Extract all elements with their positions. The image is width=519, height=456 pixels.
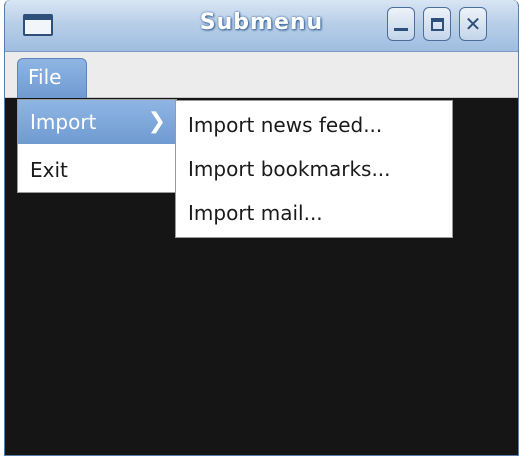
- menu-item-import[interactable]: Import ❯: [18, 100, 176, 144]
- title-bar[interactable]: Submenu ✕: [5, 0, 518, 52]
- menu-item-import-news-feed[interactable]: Import news feed...: [176, 103, 452, 147]
- app-window: Submenu ✕ File Import ❯ Exit Import news…: [4, 0, 519, 456]
- menu-file[interactable]: File: [17, 58, 87, 98]
- menu-item-import-bookmarks[interactable]: Import bookmarks...: [176, 147, 452, 191]
- minimize-icon: [394, 27, 408, 31]
- import-submenu: Import news feed... Import bookmarks... …: [175, 100, 453, 238]
- menu-item-import-mail[interactable]: Import mail...: [176, 191, 452, 235]
- menu-bar: File: [5, 52, 518, 98]
- close-icon: ✕: [464, 12, 482, 36]
- chevron-right-icon: ❯: [147, 109, 166, 134]
- close-button[interactable]: ✕: [459, 7, 487, 41]
- menu-item-exit[interactable]: Exit: [18, 148, 176, 192]
- minimize-button[interactable]: [387, 7, 415, 41]
- file-menu-dropdown: Import ❯ Exit: [17, 99, 177, 193]
- maximize-button[interactable]: [423, 7, 451, 41]
- maximize-icon: [430, 17, 444, 31]
- menu-item-import-label: Import: [30, 110, 97, 134]
